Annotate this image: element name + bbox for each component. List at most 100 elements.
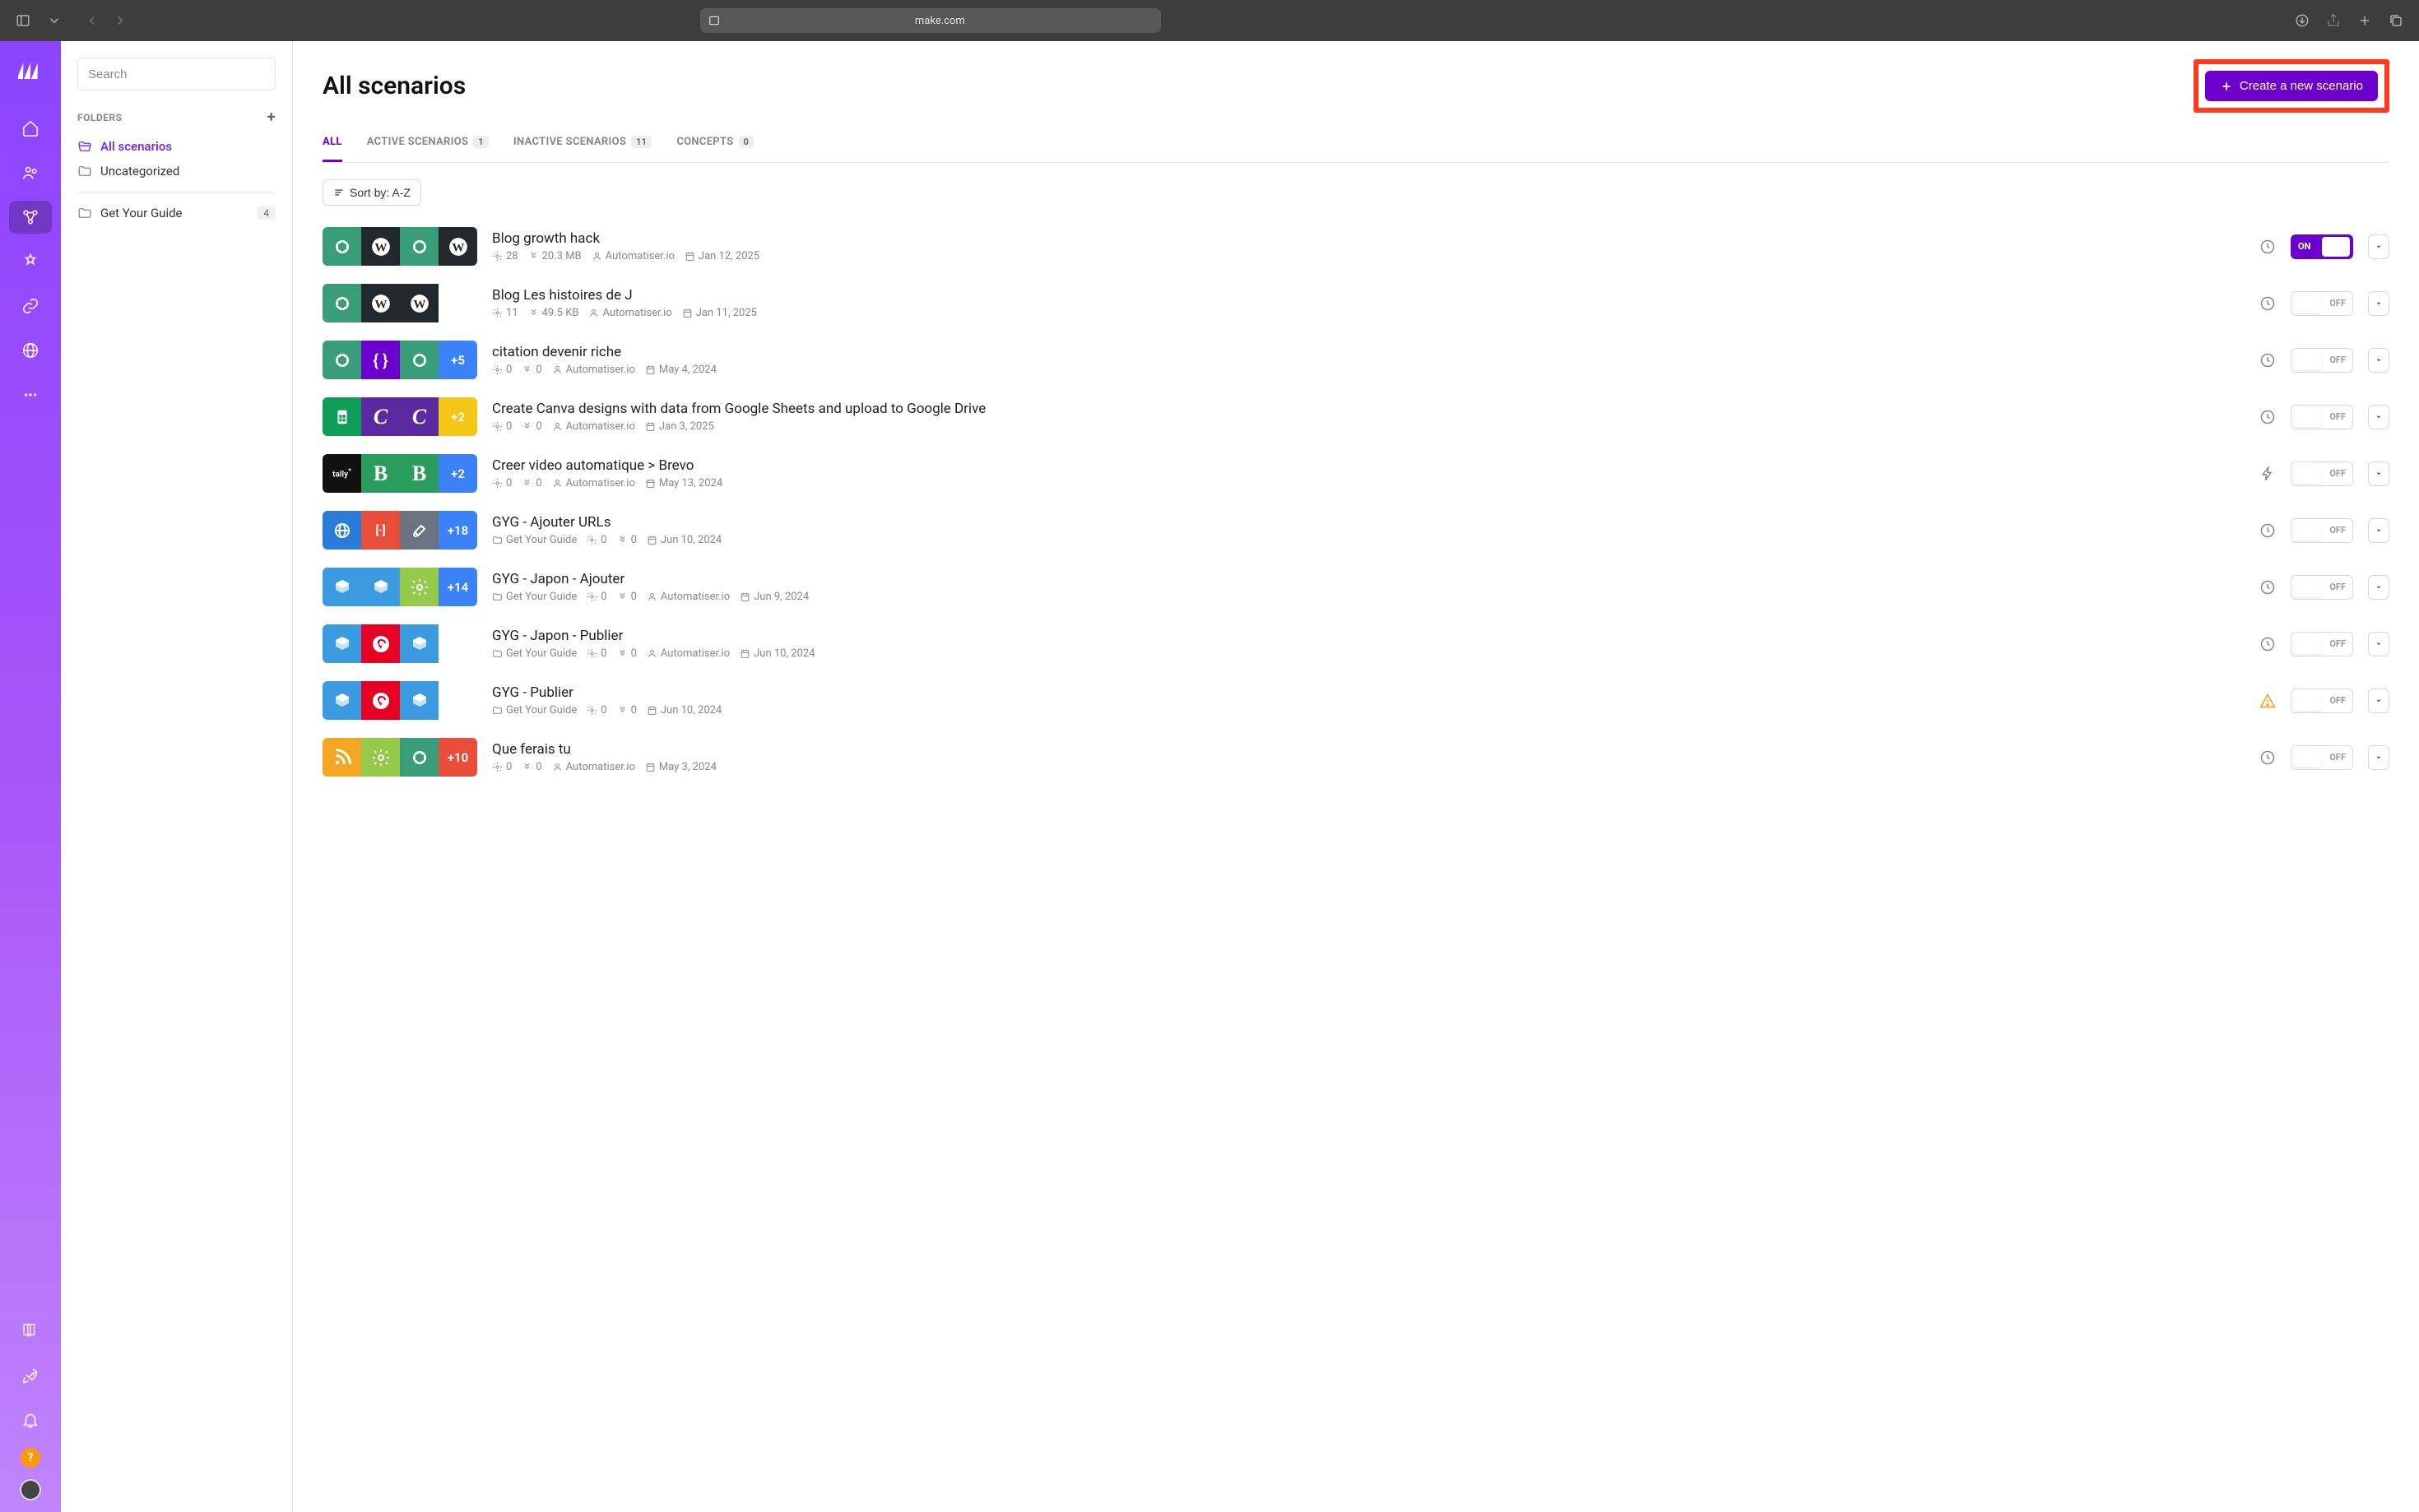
scenario-row[interactable]: CC+2 Create Canva designs with data from… — [323, 391, 2389, 448]
sidebar-toggle-icon[interactable] — [12, 9, 35, 32]
scenario-title: GYG - Ajouter URLs — [492, 514, 2245, 531]
nav-docs[interactable] — [9, 1315, 52, 1347]
scenario-toggle[interactable]: OFF — [2291, 518, 2353, 543]
scenario-menu-button[interactable] — [2368, 461, 2389, 486]
app-icon — [400, 511, 439, 550]
folder-all-scenarios[interactable]: All scenarios — [77, 134, 276, 159]
chevron-down-icon[interactable] — [43, 9, 66, 32]
caret-down-icon — [2375, 243, 2383, 251]
app-icon — [400, 681, 439, 720]
scenario-title: Blog Les histoires de J — [492, 287, 2245, 304]
nav-notifications[interactable] — [9, 1403, 52, 1436]
tabs: ALL ACTIVE SCENARIOS1 INACTIVE SCENARIOS11… — [323, 136, 2389, 163]
scenario-size: 0 — [522, 364, 541, 376]
make-logo-icon[interactable] — [16, 56, 45, 86]
scenario-toggle[interactable]: OFF — [2291, 575, 2353, 600]
scenario-toggle[interactable]: OFF — [2291, 291, 2353, 316]
scenario-toggle[interactable]: OFF — [2291, 348, 2353, 373]
forward-icon[interactable] — [109, 9, 132, 32]
nav-scenarios[interactable] — [9, 201, 52, 234]
create-scenario-highlight: Create a new scenario — [2194, 59, 2389, 113]
scenario-toggle[interactable]: OFF — [2291, 461, 2353, 486]
scenario-menu-button[interactable] — [2368, 632, 2389, 656]
app-icon — [323, 681, 361, 720]
scenario-size: 0 — [522, 761, 541, 773]
scenario-toggle[interactable]: OFF — [2291, 745, 2353, 770]
scenario-row[interactable]: GYG - Publier Get Your Guide00Jun 10, 20… — [323, 675, 2389, 731]
scenario-row[interactable]: +10 Que ferais tu 00Automatiser.ioMay 3,… — [323, 731, 2389, 788]
app-icon: W — [400, 284, 439, 322]
new-tab-icon[interactable] — [2353, 9, 2376, 32]
app-icon: B — [400, 454, 439, 493]
downloads-icon[interactable] — [2291, 9, 2314, 32]
app-icon — [323, 284, 361, 322]
app-icon — [323, 624, 361, 663]
scenario-menu-button[interactable] — [2368, 518, 2389, 543]
scenario-row[interactable]: { }+5 citation devenir riche 00Automatis… — [323, 334, 2389, 391]
scenario-ops: 0 — [492, 761, 512, 773]
scenario-title: GYG - Japon - Publier — [492, 628, 2245, 644]
app-icon: tally* — [323, 454, 361, 493]
tab-all[interactable]: ALL — [323, 136, 342, 162]
search-input[interactable] — [77, 58, 276, 90]
nav-help[interactable]: ? — [21, 1448, 40, 1468]
scenario-menu-button[interactable] — [2368, 689, 2389, 713]
app-icon — [323, 511, 361, 550]
folder-icon — [77, 164, 92, 179]
app-icon — [361, 568, 400, 606]
scenario-menu-button[interactable] — [2368, 745, 2389, 770]
app-icon: B — [361, 454, 400, 493]
scenario-date: Jan 12, 2025 — [685, 250, 759, 262]
folder-custom[interactable]: Get Your Guide 4 — [77, 201, 276, 225]
share-icon[interactable] — [2322, 9, 2345, 32]
scenario-status-icon — [2259, 522, 2276, 539]
nav-team[interactable] — [9, 156, 52, 189]
scenario-row[interactable]: GYG - Japon - Publier Get Your Guide00Au… — [323, 618, 2389, 675]
scenario-menu-button[interactable] — [2368, 348, 2389, 373]
svg-text:W: W — [374, 240, 387, 254]
app-icon — [323, 227, 361, 266]
nav-templates[interactable] — [9, 245, 52, 278]
caret-down-icon — [2375, 299, 2383, 308]
nav-home[interactable] — [9, 112, 52, 145]
folders-heading: FOLDERS — [77, 112, 122, 123]
app-icon — [361, 624, 400, 663]
scenario-menu-button[interactable] — [2368, 405, 2389, 429]
tab-concepts[interactable]: CONCEPTS0 — [676, 136, 754, 162]
tabs-icon[interactable] — [2384, 9, 2407, 32]
scenario-menu-button[interactable] — [2368, 575, 2389, 600]
scenario-row[interactable]: [·]+18 GYG - Ajouter URLs Get Your Guide… — [323, 504, 2389, 561]
tab-active-scenarios[interactable]: ACTIVE SCENARIOS1 — [367, 136, 489, 162]
scenario-row[interactable]: tally*BB+2 Creer video automatique > Bre… — [323, 448, 2389, 504]
scenario-ops: 0 — [587, 647, 606, 660]
caret-down-icon — [2375, 470, 2383, 478]
scenario-toggle[interactable]: ON — [2291, 234, 2353, 259]
url-bar[interactable]: make.com — [700, 8, 1161, 33]
scenario-row[interactable]: +14 GYG - Japon - Ajouter Get Your Guide… — [323, 561, 2389, 618]
back-icon[interactable] — [81, 9, 104, 32]
scenario-toggle[interactable]: OFF — [2291, 689, 2353, 713]
scenario-menu-button[interactable] — [2368, 291, 2389, 316]
scenario-row[interactable]: WW Blog Les histoires de J 1149.5 KBAuto… — [323, 277, 2389, 334]
scenario-date: Jun 10, 2024 — [740, 647, 815, 660]
folder-uncategorized[interactable]: Uncategorized — [77, 159, 276, 183]
app-icon — [323, 738, 361, 777]
app-icon: C — [361, 397, 400, 436]
scenario-toggle[interactable]: OFF — [2291, 632, 2353, 656]
create-scenario-button[interactable]: Create a new scenario — [2205, 71, 2378, 101]
tab-inactive-scenarios[interactable]: INACTIVE SCENARIOS11 — [513, 136, 652, 162]
caret-down-icon — [2375, 754, 2383, 762]
sort-button[interactable]: Sort by: A-Z — [323, 179, 421, 206]
nav-webhooks[interactable] — [9, 334, 52, 367]
nav-more[interactable] — [9, 378, 52, 411]
nav-rocket[interactable] — [9, 1359, 52, 1392]
nav-connections[interactable] — [9, 290, 52, 322]
tab-badge: 11 — [631, 136, 652, 148]
folder-open-icon — [77, 139, 92, 154]
scenario-folder: Get Your Guide — [492, 704, 577, 717]
scenario-row[interactable]: WW Blog growth hack 2820.3 MBAutomatiser… — [323, 220, 2389, 277]
add-folder-button[interactable]: + — [267, 109, 276, 126]
scenario-toggle[interactable]: OFF — [2291, 405, 2353, 429]
scenario-menu-button[interactable] — [2368, 234, 2389, 259]
nav-avatar[interactable] — [20, 1479, 41, 1500]
